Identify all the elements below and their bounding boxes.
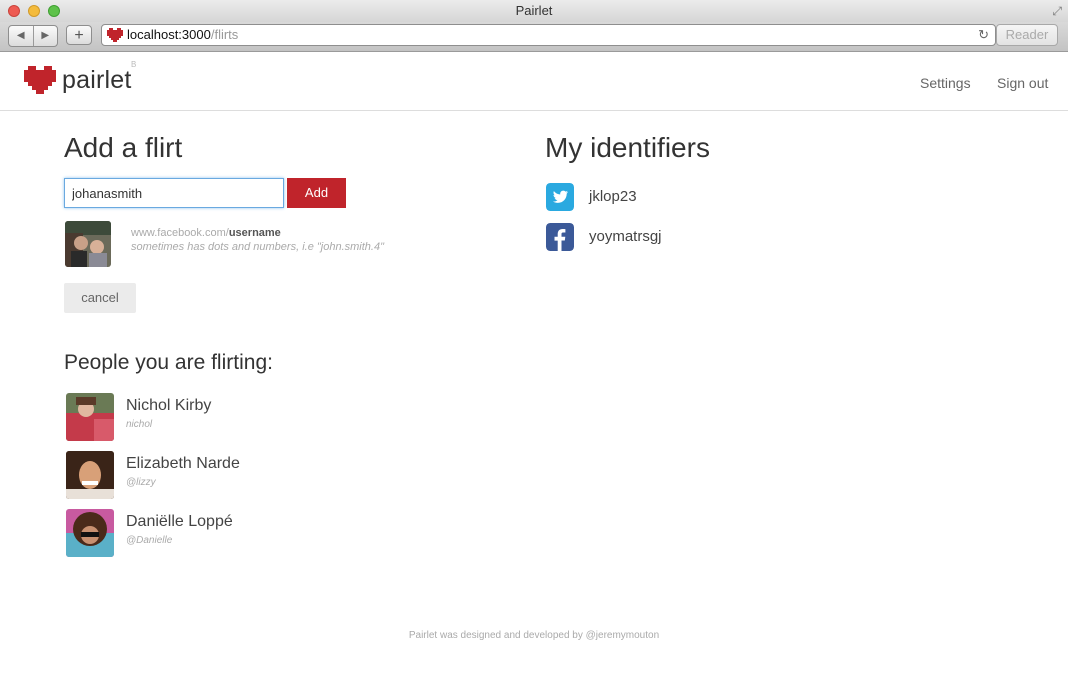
my-identifiers-heading: My identifiers: [545, 132, 710, 163]
address-bar[interactable]: localhost:3000/flirts ↻: [101, 24, 996, 46]
flirt-name: Daniëlle Loppé: [126, 513, 233, 530]
app-header: pairlet B Settings Sign out: [0, 52, 1068, 111]
reader-button[interactable]: Reader: [996, 24, 1058, 46]
identifier-item-facebook[interactable]: yoymatrsgj: [546, 223, 846, 251]
browser-toolbar: ◀ ▶ + localhost:3000/flirts ↻ Reader: [0, 22, 1068, 52]
facebook-url-hint: www.facebook.com/username: [131, 227, 281, 239]
avatar: [66, 451, 114, 499]
flirt-handle: @lizzy: [126, 477, 156, 488]
flirt-name: Elizabeth Narde: [126, 455, 240, 472]
settings-link[interactable]: Settings: [920, 75, 971, 91]
twitter-icon: [546, 183, 574, 211]
flirt-handle: nichol: [126, 419, 153, 430]
flirt-item[interactable]: Elizabeth Narde @lizzy: [66, 451, 366, 499]
brand-name[interactable]: pairlet: [62, 66, 132, 95]
avatar: [66, 509, 114, 557]
flirt-username-input[interactable]: [64, 178, 284, 208]
history-buttons: ◀ ▶: [8, 25, 58, 47]
sign-out-link[interactable]: Sign out: [997, 75, 1048, 91]
avatar: [66, 393, 114, 441]
back-button[interactable]: ◀: [9, 26, 34, 46]
new-tab-button[interactable]: +: [66, 25, 92, 45]
pairlet-logo-icon[interactable]: [24, 66, 56, 94]
beta-mark: B: [131, 60, 137, 69]
username-format-note: sometimes has dots and numbers, i.e "joh…: [131, 241, 384, 253]
minimize-window-button[interactable]: [28, 5, 40, 17]
add-flirt-heading: Add a flirt: [64, 132, 183, 163]
suggestion-avatar: [65, 221, 111, 267]
identifier-item-twitter[interactable]: jklop23: [546, 183, 846, 211]
close-window-button[interactable]: [8, 5, 20, 17]
identifier-value: jklop23: [589, 188, 637, 205]
url-host: localhost:3000: [127, 27, 211, 42]
footer-credit: Pairlet was designed and developed by @j…: [408, 630, 660, 641]
url-path: /flirts: [210, 27, 239, 42]
cancel-button[interactable]: cancel: [64, 283, 136, 313]
facebook-icon: [546, 223, 574, 251]
people-flirting-heading: People you are flirting:: [64, 351, 273, 374]
zoom-window-button[interactable]: [48, 5, 60, 17]
window-titlebar: Pairlet ⤢: [0, 0, 1068, 22]
pairlet-favicon: [107, 28, 123, 42]
identifier-value: yoymatrsgj: [589, 228, 662, 245]
flirt-item[interactable]: Nichol Kirby nichol: [66, 393, 366, 441]
flirt-handle: @Danielle: [126, 535, 173, 546]
add-button[interactable]: Add: [287, 178, 346, 208]
forward-button[interactable]: ▶: [34, 26, 58, 46]
reload-icon[interactable]: ↻: [978, 25, 989, 45]
flirt-name: Nichol Kirby: [126, 397, 212, 414]
window-title: Pairlet: [515, 3, 553, 18]
fullscreen-icon[interactable]: ⤢: [1052, 4, 1062, 18]
flirt-item[interactable]: Daniëlle Loppé @Danielle: [66, 509, 366, 557]
